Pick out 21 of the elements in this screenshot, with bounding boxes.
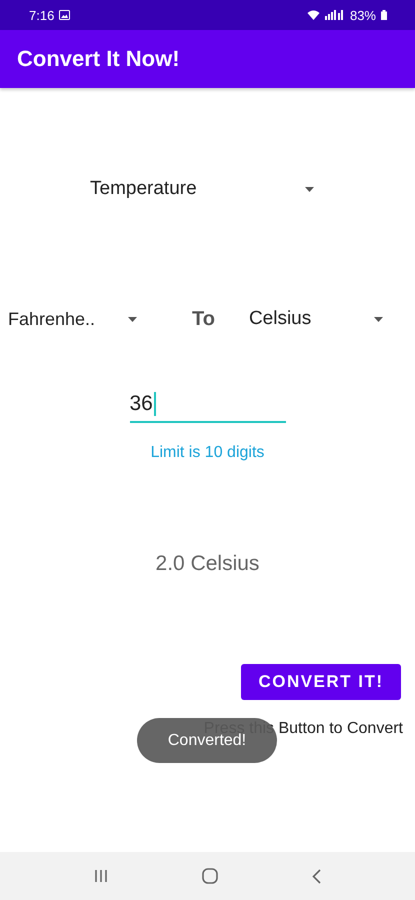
battery-percentage: 83%: [350, 8, 376, 22]
dropdown[interactable]: Fahrenhe..: [0, 308, 137, 330]
dropdown[interactable]: Celsius: [248, 308, 383, 330]
wifi-icon: [306, 10, 320, 20]
convert-button[interactable]: CONVERT IT!: [241, 664, 401, 700]
signal-icon: [324, 10, 345, 20]
back-icon[interactable]: [312, 868, 321, 884]
home-icon[interactable]: [202, 868, 218, 884]
recent-apps-icon[interactable]: [94, 869, 108, 883]
battery-icon: [381, 10, 387, 20]
dropdown-arrow-icon: [374, 316, 383, 322]
dropdown[interactable]: Temperature: [90, 178, 314, 200]
to-label: To: [192, 308, 215, 330]
input-field[interactable]: 36: [130, 387, 286, 423]
dropdown-arrow-icon: [128, 316, 137, 322]
app-title: Convert It Now!: [17, 46, 180, 72]
helper-text: Limit is 10 digits: [150, 444, 264, 462]
image-icon: [59, 10, 70, 20]
dropdown-arrow-icon: [305, 186, 314, 192]
clock: 7:16: [29, 8, 54, 22]
result-text: 2.0 Celsius: [154, 552, 260, 576]
